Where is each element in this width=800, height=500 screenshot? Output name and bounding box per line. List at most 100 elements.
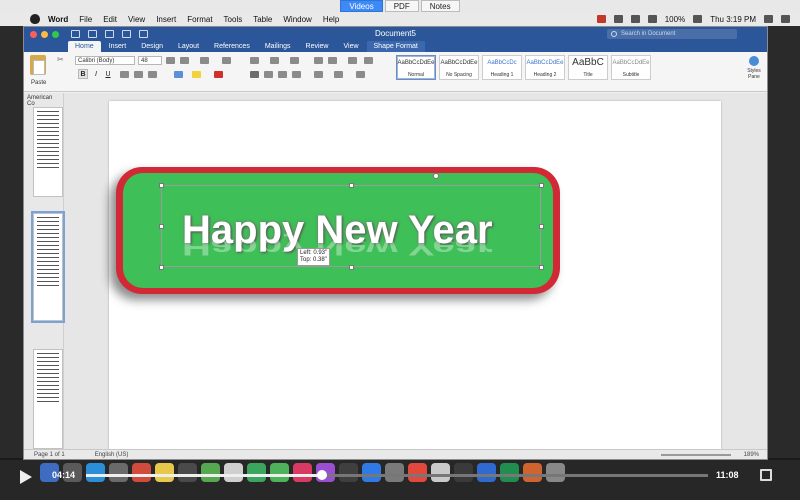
tv-icon[interactable] bbox=[339, 462, 358, 482]
resize-handle[interactable] bbox=[539, 183, 544, 188]
menu-edit[interactable]: Edit bbox=[103, 15, 117, 24]
sort-icon[interactable] bbox=[348, 57, 357, 64]
page-thumbnail-selected[interactable] bbox=[31, 211, 65, 323]
close-window-button[interactable] bbox=[30, 30, 37, 38]
word-app-icon[interactable] bbox=[477, 462, 496, 482]
zoom-level[interactable]: 189% bbox=[744, 452, 759, 458]
style-heading-1[interactable]: AaBbCcDc Heading 1 bbox=[482, 55, 522, 80]
menubar-clock[interactable]: Thu 3:19 PM bbox=[710, 15, 756, 24]
style-heading-2[interactable]: AaBbCcDdEe Heading 2 bbox=[525, 55, 565, 80]
photos-icon[interactable] bbox=[224, 462, 243, 482]
resize-handle[interactable] bbox=[159, 183, 164, 188]
grid-icon[interactable] bbox=[613, 15, 623, 23]
paste-icon[interactable] bbox=[30, 55, 46, 75]
save-icon[interactable] bbox=[88, 30, 97, 38]
cut-icon[interactable]: ✂ bbox=[57, 55, 64, 64]
multilevel-list-icon[interactable] bbox=[290, 57, 299, 64]
tab-home[interactable]: Home bbox=[68, 41, 101, 52]
increase-indent-icon[interactable] bbox=[328, 57, 337, 64]
tab-videos[interactable]: Videos bbox=[340, 0, 383, 12]
spotlight-icon[interactable] bbox=[764, 15, 773, 23]
italic-button[interactable]: I bbox=[91, 69, 101, 79]
excel-app-icon[interactable] bbox=[500, 462, 519, 482]
terminal-icon[interactable] bbox=[454, 462, 473, 482]
menu-app-name[interactable]: Word bbox=[48, 15, 68, 24]
resize-handle[interactable] bbox=[539, 224, 544, 229]
battery-icon[interactable] bbox=[693, 15, 703, 23]
menu-view[interactable]: View bbox=[128, 15, 145, 24]
tab-design[interactable]: Design bbox=[134, 41, 170, 52]
menu-format[interactable]: Format bbox=[187, 15, 212, 24]
calendar-icon[interactable] bbox=[132, 462, 151, 482]
app-icon[interactable] bbox=[431, 462, 450, 482]
style-normal[interactable]: AaBbCcDdEe Normal bbox=[396, 55, 436, 80]
rotate-handle[interactable] bbox=[433, 173, 439, 179]
menu-tools[interactable]: Tools bbox=[224, 15, 243, 24]
tab-insert[interactable]: Insert bbox=[102, 41, 134, 52]
messages-icon[interactable] bbox=[247, 462, 266, 482]
change-case-icon[interactable] bbox=[200, 57, 209, 64]
notes-icon[interactable] bbox=[155, 462, 174, 482]
music-icon[interactable] bbox=[293, 462, 312, 482]
tab-references[interactable]: References bbox=[207, 41, 257, 52]
superscript-icon[interactable] bbox=[148, 71, 157, 78]
borders-icon[interactable] bbox=[356, 71, 365, 78]
trash-icon[interactable] bbox=[546, 462, 565, 482]
chrome-icon[interactable] bbox=[408, 462, 427, 482]
facetime-icon[interactable] bbox=[270, 462, 289, 482]
reminders-icon[interactable] bbox=[178, 462, 197, 482]
powerpoint-app-icon[interactable] bbox=[523, 462, 542, 482]
zoom-slider[interactable] bbox=[661, 454, 731, 456]
menu-file[interactable]: File bbox=[79, 15, 92, 24]
align-left-icon[interactable] bbox=[250, 71, 259, 78]
numbering-icon[interactable] bbox=[270, 57, 279, 64]
resize-handle[interactable] bbox=[539, 265, 544, 270]
safari-icon[interactable] bbox=[86, 462, 105, 482]
redo-icon[interactable] bbox=[122, 30, 131, 38]
underline-button[interactable]: U bbox=[103, 69, 113, 79]
style-title[interactable]: AaBbC Title bbox=[568, 55, 608, 80]
seek-bar[interactable] bbox=[86, 474, 708, 477]
record-icon[interactable] bbox=[596, 15, 606, 23]
clear-formatting-icon[interactable] bbox=[222, 57, 231, 64]
show-formatting-icon[interactable] bbox=[364, 57, 373, 64]
styles-pane-button[interactable]: Styles Pane bbox=[745, 56, 763, 80]
tab-pdf[interactable]: PDF bbox=[384, 0, 419, 12]
search-input[interactable]: Search in Document bbox=[607, 29, 737, 39]
bold-button[interactable]: B bbox=[78, 69, 88, 79]
line-spacing-icon[interactable] bbox=[314, 71, 323, 78]
page-thumbnail[interactable] bbox=[33, 349, 63, 449]
notification-center-icon[interactable] bbox=[781, 15, 790, 23]
resize-handle[interactable] bbox=[349, 183, 354, 188]
style-no-spacing[interactable]: AaBbCcDdEe No Spacing bbox=[439, 55, 479, 80]
menu-table[interactable]: Table bbox=[253, 15, 272, 24]
system-preferences-icon[interactable] bbox=[385, 462, 404, 482]
wifi-icon[interactable] bbox=[647, 15, 657, 23]
play-icon[interactable] bbox=[20, 470, 32, 484]
page-count[interactable]: Page 1 of 1 bbox=[34, 452, 65, 458]
bullets-icon[interactable] bbox=[250, 57, 259, 64]
resize-handle[interactable] bbox=[159, 265, 164, 270]
justify-icon[interactable] bbox=[292, 71, 301, 78]
tab-shape-format[interactable]: Shape Format bbox=[366, 41, 425, 52]
text-effects-icon[interactable] bbox=[174, 71, 183, 78]
tab-mailings[interactable]: Mailings bbox=[258, 41, 298, 52]
fullscreen-icon[interactable] bbox=[760, 469, 772, 481]
tab-review[interactable]: Review bbox=[299, 41, 336, 52]
text-box-selection[interactable] bbox=[161, 185, 541, 267]
tab-layout[interactable]: Layout bbox=[171, 41, 206, 52]
align-center-icon[interactable] bbox=[264, 71, 273, 78]
grow-font-icon[interactable] bbox=[166, 57, 175, 64]
minimize-window-button[interactable] bbox=[41, 30, 48, 38]
menu-insert[interactable]: Insert bbox=[156, 15, 176, 24]
subscript-icon[interactable] bbox=[134, 71, 143, 78]
page-thumbnail[interactable] bbox=[33, 107, 63, 197]
font-color-icon[interactable] bbox=[214, 71, 223, 78]
maps-icon[interactable] bbox=[201, 462, 220, 482]
highlight-color-icon[interactable] bbox=[192, 71, 201, 78]
style-subtitle[interactable]: AaBbCcDdEe Subtitle bbox=[611, 55, 651, 80]
mail-icon[interactable] bbox=[109, 462, 128, 482]
resize-handle[interactable] bbox=[159, 224, 164, 229]
strikethrough-icon[interactable] bbox=[120, 71, 129, 78]
tab-notes[interactable]: Notes bbox=[420, 0, 460, 12]
